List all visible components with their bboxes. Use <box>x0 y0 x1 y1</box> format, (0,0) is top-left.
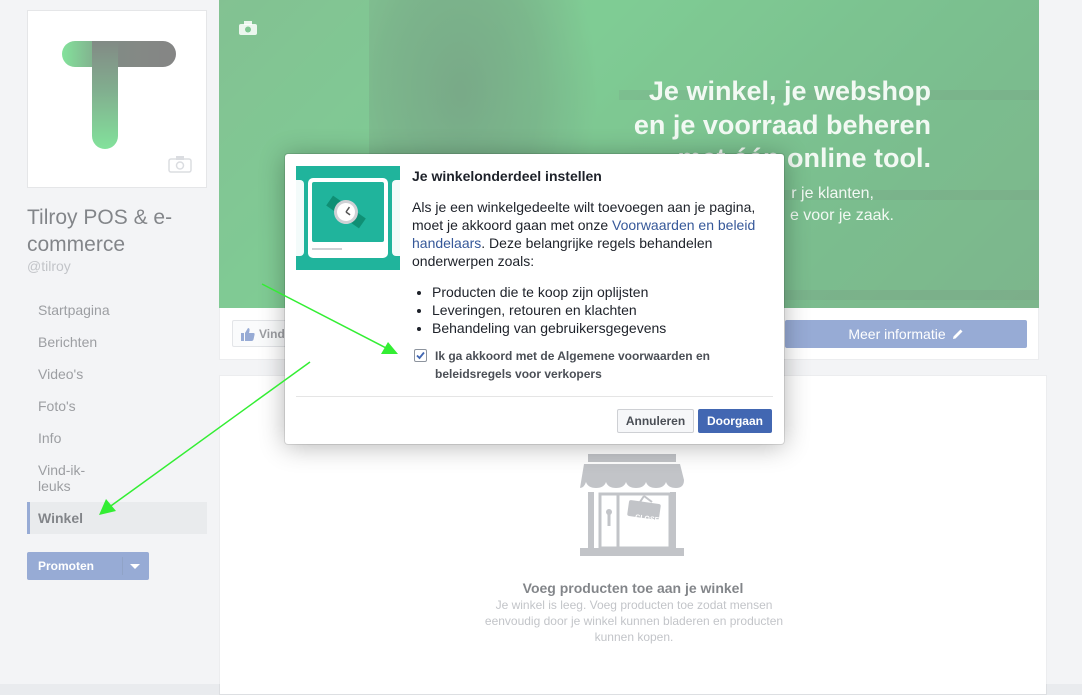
dialog-footer-divider <box>296 396 773 397</box>
cancel-button[interactable]: Annuleren <box>617 409 694 433</box>
consent-label[interactable]: Ik ga akkoord met de Algemene voorwaarde… <box>435 347 755 383</box>
list-item: Leveringen, retouren en klachten <box>432 301 666 319</box>
continue-button[interactable]: Doorgaan <box>698 409 772 433</box>
shop-setup-dialog: Je winkelonderdeel instellen Als je een … <box>285 154 784 444</box>
checkmark-icon <box>416 351 425 360</box>
dialog-body: Als je een winkelgedeelte wilt toevoegen… <box>412 198 772 270</box>
list-item: Producten die te koop zijn oplijsten <box>432 283 666 301</box>
shop-illustration <box>296 166 400 270</box>
consent-checkbox[interactable] <box>414 349 427 362</box>
dialog-topic-list: Producten die te koop zijn oplijsten Lev… <box>412 283 666 337</box>
dialog-title: Je winkelonderdeel instellen <box>412 168 602 184</box>
list-item: Behandeling van gebruikersgegevens <box>432 319 666 337</box>
